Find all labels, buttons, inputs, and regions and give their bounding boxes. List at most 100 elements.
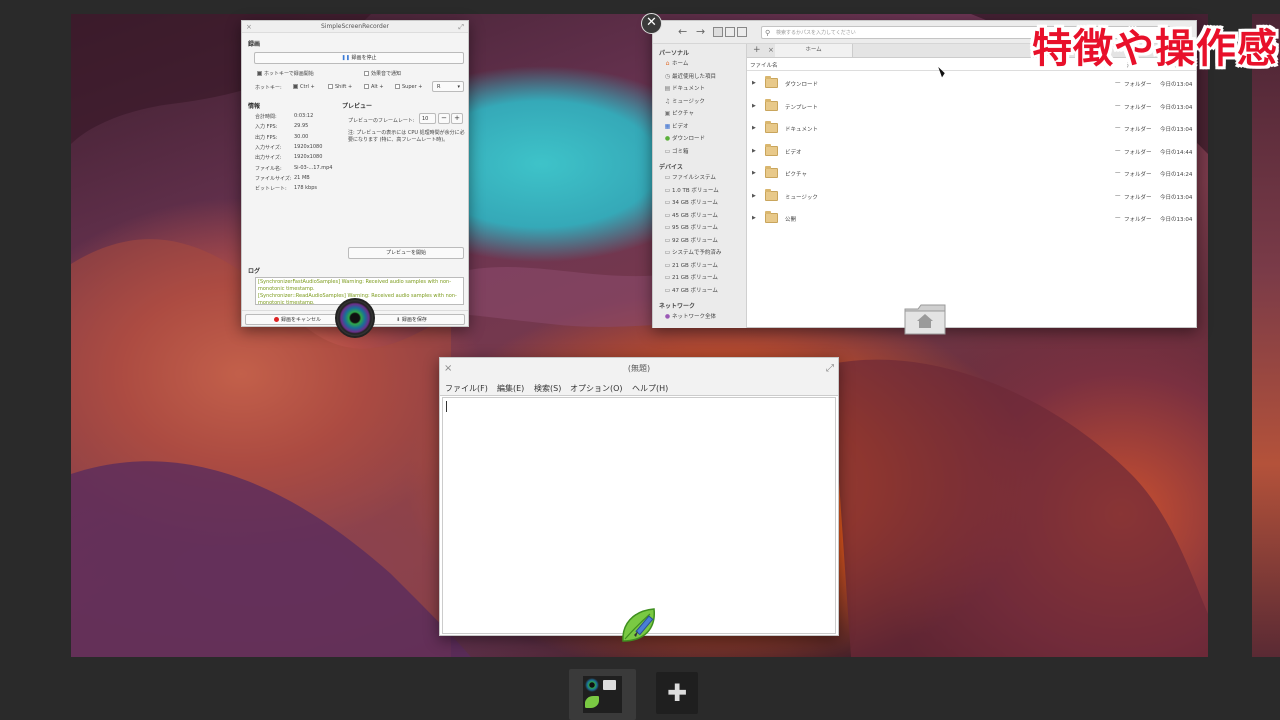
col-name[interactable]: ファイル名 [750,61,778,69]
info-value: Si-03-...17.mp4 [294,164,333,171]
sidebar-item-device[interactable]: ▭ 1.0 TB ボリューム [653,185,746,198]
close-icon[interactable]: × [246,21,252,33]
back-arrow-icon[interactable]: ← [678,25,687,38]
sidebar-item-device[interactable]: ▭ 21 GB ボリューム [653,272,746,285]
sidebar-item-device[interactable]: ▭ システムで予約済み [653,247,746,260]
info-label: 出力 FPS: [255,134,278,141]
menu-edit[interactable]: 編集(E) [497,383,524,394]
tab-close-icon[interactable]: × [768,46,774,54]
start-preview-button[interactable]: プレビューを開始 [348,247,464,259]
adjacent-workspace-preview[interactable] [1252,14,1280,657]
info-label: 入力サイズ: [255,144,282,151]
expand-arrow-icon[interactable]: ▶ [752,80,756,86]
new-tab-icon[interactable]: + [753,45,761,55]
sidebar-item-personal[interactable]: ▣ ピクチャ [653,108,746,121]
ssr-title: SimpleScreenRecorder [320,23,389,30]
expand-arrow-icon[interactable]: ▶ [752,125,756,131]
sidebar-item-network[interactable]: ● ネットワーク全体 [653,311,746,324]
sidebar-item-device[interactable]: ▭ 95 GB ボリューム [653,222,746,235]
text-editor-window: × (無題) ⤢ ファイル(F) 編集(E) 検索(S) オプション(O) ヘル… [439,357,839,636]
file-row[interactable]: ▶ ドキュメント — フォルダー 今日の13:04 [747,118,1196,140]
file-modified: 今日の13:04 [1160,194,1193,201]
hotkey-label: ホットキー: [255,85,282,91]
sound-checkbox[interactable]: 効果音で通知 [364,70,401,77]
sidebar-item-label: 21 GB ボリューム [672,275,718,281]
menu-search[interactable]: 検索(S) [534,383,561,394]
home-folder-icon [904,304,946,335]
sidebar-item-personal[interactable]: ⌂ ホーム [653,58,746,71]
super-checkbox[interactable]: Super + [395,84,422,90]
column-view-icon[interactable] [737,27,747,37]
sidebar-item-personal[interactable]: ◷ 最近使用した項目 [653,71,746,84]
expand-arrow-icon[interactable]: ▶ [752,170,756,176]
sidebar-item-personal[interactable]: ▦ ビデオ [653,121,746,134]
personal-heading: パーソナル [659,50,690,57]
forward-arrow-icon[interactable]: → [696,25,705,38]
sidebar-item-device[interactable]: ▭ 21 GB ボリューム [653,260,746,273]
file-row[interactable]: ▶ ビデオ — フォルダー 今日の14:44 [747,141,1196,163]
file-row[interactable]: ▶ ピクチャ — フォルダー 今日の14:24 [747,163,1196,185]
preview-fps-label: プレビューのフレームレート: [348,118,415,124]
hotkey-key-select[interactable]: R ▾ [432,81,464,92]
hotkey-checkbox[interactable]: ホットキーで録画開始 [257,70,314,77]
recent-icon: ◷ [664,72,671,80]
alt-checkbox[interactable]: Alt + [364,84,384,90]
info-label: 入力 FPS: [255,124,278,131]
file-size: — [1115,102,1121,109]
sidebar-item-personal[interactable]: ▭ ゴミ箱 [653,146,746,159]
file-type: フォルダー [1124,82,1152,88]
expand-arrow-icon[interactable]: ▶ [752,215,756,221]
video-icon: ▦ [664,122,671,130]
file-row[interactable]: ▶ ミュージック — フォルダー 今日の13:04 [747,186,1196,208]
drive-icon: ▭ [664,174,671,181]
increment-button[interactable]: + [451,113,463,124]
close-window-badge[interactable]: ✕ [641,13,662,34]
simplescreenrecorder-app-icon[interactable] [335,298,375,338]
maximize-icon[interactable]: ⤢ [458,21,464,33]
sidebar-item-label: 95 GB ボリューム [672,225,718,231]
preview-fps-input[interactable]: 10 [419,113,436,124]
editor-title: (無題) [627,364,651,373]
file-row[interactable]: ▶ テンプレート — フォルダー 今日の13:04 [747,96,1196,118]
add-workspace-button[interactable]: ✚ [656,672,698,714]
sidebar-item-label: ミュージック [672,98,705,105]
editor-menubar: ファイル(F) 編集(E) 検索(S) オプション(O) ヘルプ(H) [440,380,838,396]
menu-help[interactable]: ヘルプ(H) [632,383,668,394]
sidebar-item-device[interactable]: ▭ 45 GB ボリューム [653,210,746,223]
file-row[interactable]: ▶ ダウンロード — フォルダー 今日の13:04 [747,73,1196,95]
list-view-icon[interactable] [725,27,735,37]
devices-heading: デバイス [659,164,683,171]
menu-options[interactable]: オプション(O) [570,383,623,394]
workspace-thumbnail[interactable] [569,669,636,720]
menu-file[interactable]: ファイル(F) [445,383,488,394]
expand-arrow-icon[interactable]: ▶ [752,148,756,154]
sidebar-item-personal[interactable]: ● ダウンロード [653,133,746,146]
file-size: — [1115,170,1121,176]
tab-home[interactable]: ホーム [775,44,853,57]
trash-icon: ▭ [664,147,671,155]
drive-icon: ▭ [664,186,671,194]
leafpad-app-icon[interactable] [620,605,660,645]
grid-view-icon[interactable] [713,27,723,37]
download-icon: ⬇ [396,317,401,323]
sidebar-item-personal[interactable]: ▤ ドキュメント [653,83,746,96]
expand-arrow-icon[interactable]: ▶ [752,103,756,109]
sidebar-item-device[interactable]: ▭ 47 GB ボリューム [653,285,746,298]
sidebar-item-personal[interactable]: ♫ ミュージック [653,96,746,109]
sidebar-item-device[interactable]: ▭ ファイルシステム [653,172,746,185]
editor-titlebar: × (無題) ⤢ [440,358,838,380]
stop-recording-button[interactable]: ❚❚ 録画を停止 [254,52,464,64]
info-label: 合計時間: [255,114,277,120]
expand-arrow-icon[interactable]: ▶ [752,193,756,199]
sidebar-item-device[interactable]: ▭ 92 GB ボリューム [653,235,746,248]
file-modified: 今日の14:24 [1160,172,1193,178]
shift-checkbox[interactable]: Shift + [328,84,352,90]
decrement-button[interactable]: − [438,113,450,124]
editor-text-area[interactable] [442,397,836,634]
close-icon[interactable]: × [444,358,452,380]
ctrl-checkbox[interactable]: Ctrl + [293,84,315,90]
file-row[interactable]: ▶ 公開 — フォルダー 今日の13:04 [747,208,1196,230]
maximize-icon[interactable]: ⤢ [826,358,834,380]
file-size: — [1115,192,1121,199]
sidebar-item-device[interactable]: ▭ 34 GB ボリューム [653,197,746,210]
